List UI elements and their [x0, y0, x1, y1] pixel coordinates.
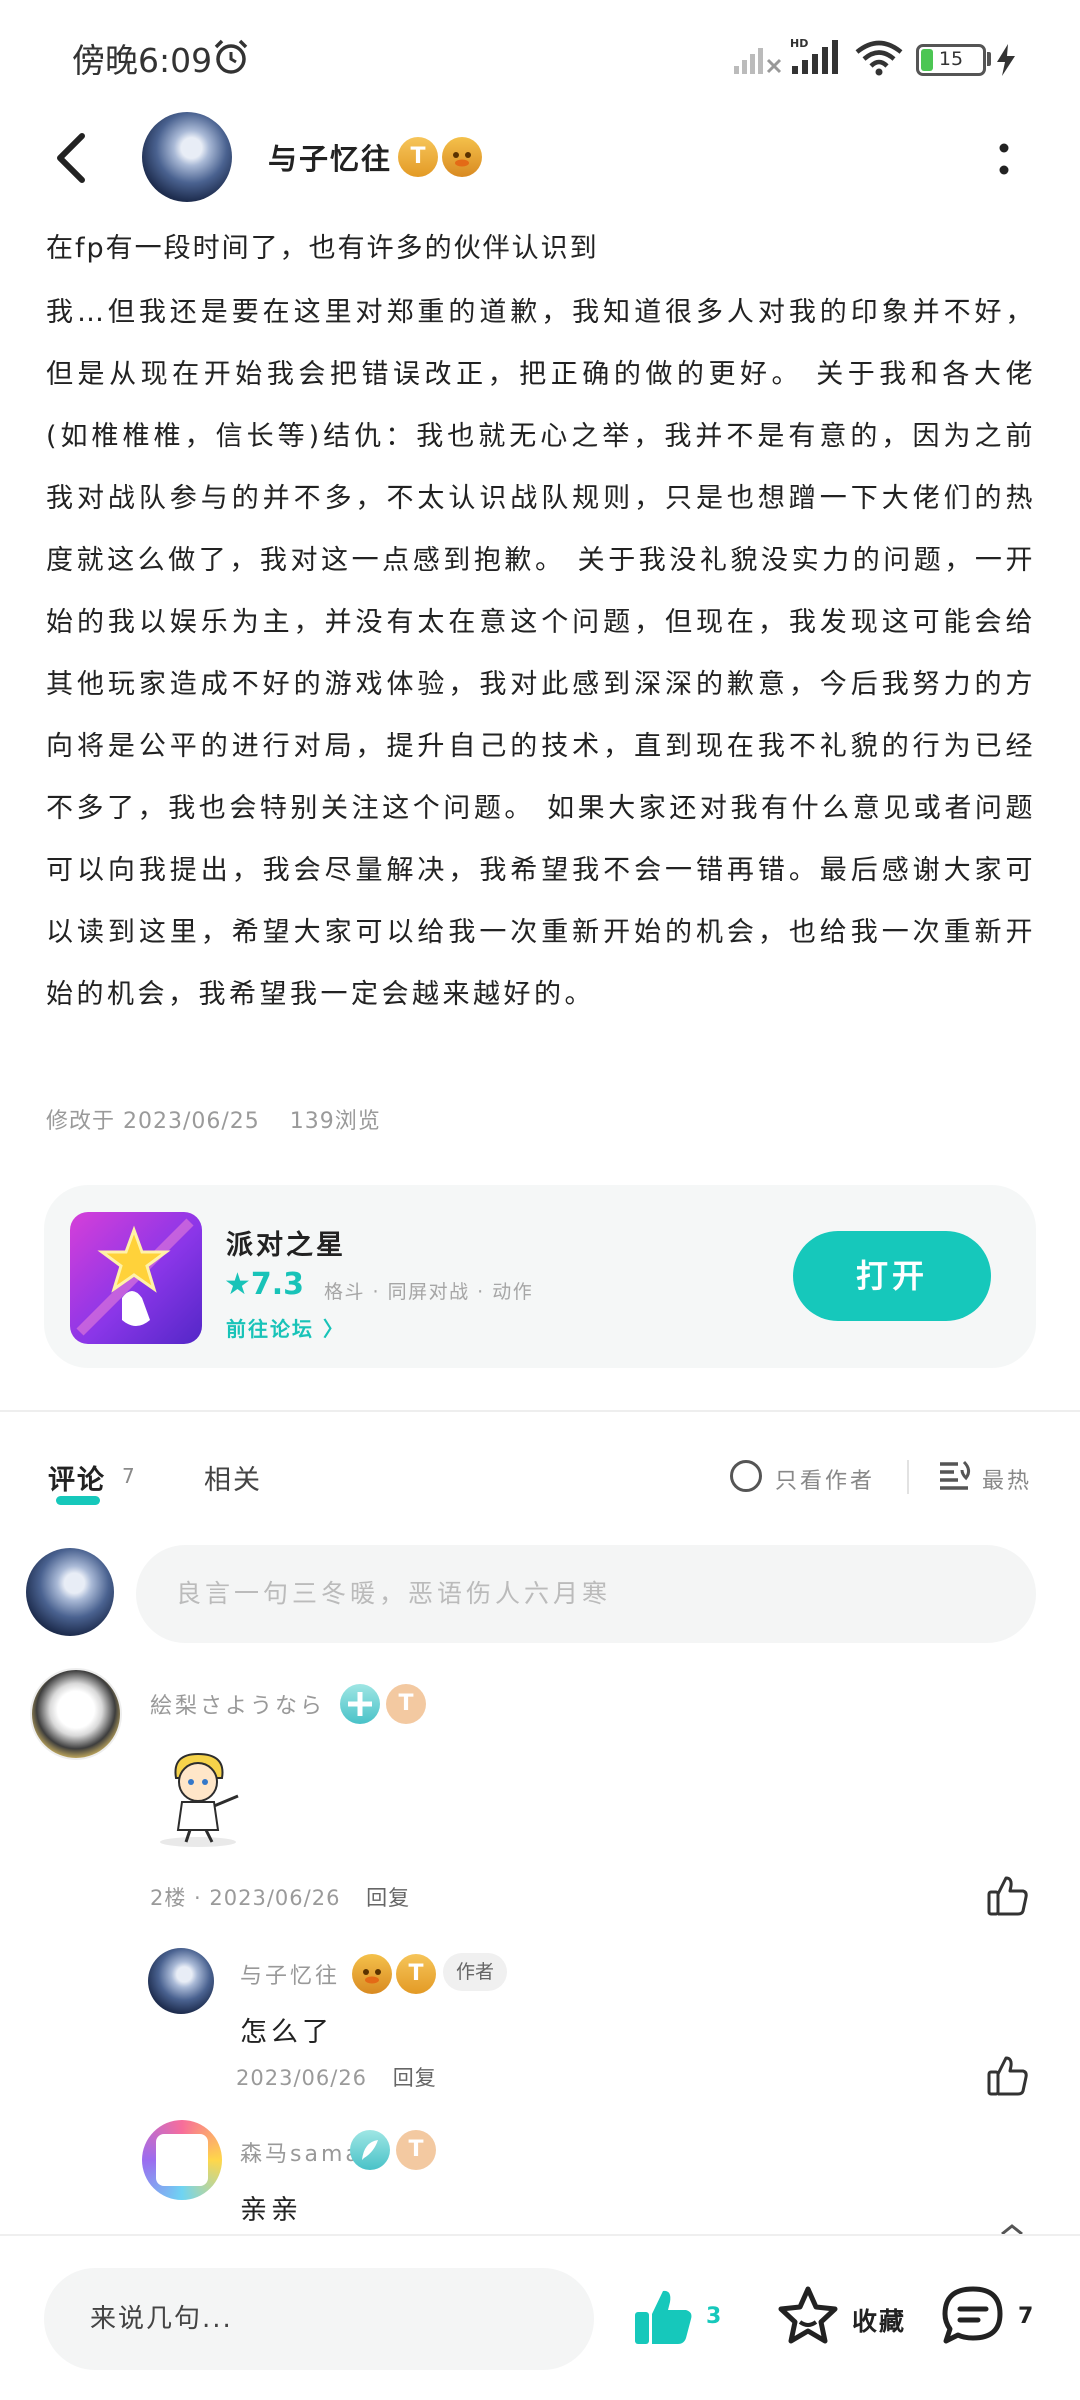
filter-separator	[907, 1460, 909, 1494]
more-options-icon[interactable]	[994, 142, 1014, 182]
sort-hot-icon[interactable]	[938, 1458, 974, 1494]
sticker-image	[160, 1752, 239, 1847]
no-signal-icon	[734, 48, 782, 74]
cross-medal-icon	[348, 1692, 372, 1716]
comment-bubble-icon[interactable]	[940, 2284, 1006, 2346]
open-game-button[interactable]: 打开	[793, 1231, 991, 1321]
my-avatar	[26, 1548, 114, 1636]
post-meta: 修改于 2023/06/25 139浏览	[46, 1103, 403, 1135]
section-divider	[0, 1410, 1080, 1412]
sort-label[interactable]: 最热	[982, 1463, 1032, 1495]
bottom-comment-input[interactable]: 来说几句...	[44, 2268, 594, 2370]
star-favorite-icon[interactable]	[776, 2284, 840, 2346]
medal-badge-icon[interactable]	[340, 1684, 380, 1724]
reply-avatar[interactable]	[148, 1948, 214, 2014]
comment-floor-date: 2楼 · 2023/06/26	[150, 1886, 341, 1910]
level-badge-icon[interactable]: T	[396, 1954, 436, 1994]
signal-hd-icon: HD	[790, 37, 838, 74]
like-thumb-icon[interactable]	[986, 1874, 1030, 1918]
duck-badge-icon[interactable]	[352, 1954, 392, 1994]
battery-tip	[987, 52, 991, 66]
alarm-clock-icon	[214, 39, 248, 74]
status-time: 傍晚6:09	[72, 41, 213, 80]
network-label: HD	[790, 37, 808, 50]
battery-percent: 15	[938, 48, 964, 70]
tab-active-indicator	[56, 1496, 100, 1505]
star-hand-icon	[76, 1218, 194, 1336]
level-badge-icon[interactable]: T	[386, 1684, 426, 1724]
comment-count: 7	[1018, 2304, 1034, 2329]
reply-author-name[interactable]: 与子忆往	[240, 1958, 340, 1990]
comment-meta: 2楼 · 2023/06/26 回复	[150, 1882, 410, 1912]
tab-related[interactable]: 相关	[204, 1458, 262, 1497]
reply-avatar[interactable]	[142, 2120, 222, 2200]
game-name[interactable]: 派对之星	[226, 1223, 346, 1262]
commenter-name[interactable]: 絵梨さようなら	[150, 1688, 325, 1720]
like-thumb-icon[interactable]	[986, 2054, 1030, 2098]
reply-button[interactable]: 回复	[393, 2066, 437, 2090]
charging-bolt-icon	[997, 44, 1015, 76]
post-view-count: 139浏览	[289, 1109, 381, 1134]
game-tags: 格斗 · 同屏对战 · 动作	[324, 1281, 534, 1303]
like-count: 3	[706, 2304, 722, 2329]
favorite-label[interactable]: 收藏	[852, 2302, 906, 2338]
tab-comments[interactable]: 评论	[48, 1458, 106, 1497]
game-card[interactable]: 派对之星 ★7.3 格斗 · 同屏对战 · 动作 前往论坛 〉 打开	[44, 1185, 1036, 1368]
tab-comments-count: 7	[122, 1464, 135, 1488]
author-avatar[interactable]	[142, 112, 232, 202]
duck-face-icon	[363, 1969, 381, 1984]
reply-text: 亲亲	[240, 2195, 302, 2226]
comment-input[interactable]: 良言一句三冬暖，恶语伤人六月寒	[136, 1545, 1036, 1643]
level-badge-icon[interactable]: T	[398, 137, 438, 177]
only-author-radio[interactable]	[730, 1460, 762, 1492]
avatar-frame	[156, 2134, 208, 2186]
back-arrow-icon[interactable]	[50, 128, 94, 188]
post-title: 在fp有一段时间了，也有许多的伙伴认识到	[46, 233, 599, 264]
reply-text: 怎么了	[240, 2017, 333, 2048]
game-forum-link[interactable]: 前往论坛 〉	[226, 1313, 345, 1342]
medal-badge-icon[interactable]	[350, 2130, 390, 2170]
reply-date: 2023/06/26	[236, 2066, 368, 2090]
game-app-icon[interactable]	[70, 1212, 202, 1344]
reply-meta: 2023/06/26 回复	[236, 2062, 437, 2092]
only-author-label[interactable]: 只看作者	[775, 1463, 875, 1495]
game-rating: ★7.3	[224, 1267, 305, 1302]
author-tag: 作者	[443, 1953, 507, 1991]
post-modified-date: 修改于 2023/06/25	[46, 1109, 260, 1134]
battery-icon: 15	[916, 44, 986, 76]
commenter-avatar[interactable]	[30, 1668, 122, 1760]
status-bar: 傍晚6:09 HD 15	[0, 0, 1080, 115]
level-badge-icon[interactable]: T	[396, 2130, 436, 2170]
like-filled-icon[interactable]	[632, 2286, 694, 2348]
bottom-action-bar: 来说几句... 3 收藏 7	[0, 2234, 1080, 2400]
author-name[interactable]: 与子忆往	[268, 136, 392, 178]
feather-medal-icon	[362, 2140, 378, 2160]
duck-face-icon	[453, 152, 471, 167]
wifi-icon	[855, 40, 903, 76]
duck-badge-icon[interactable]	[442, 137, 482, 177]
reply-author-name[interactable]: 森马sama	[240, 2136, 362, 2168]
reply-button[interactable]: 回复	[366, 1886, 410, 1910]
post-body: 我…但我还是要在这里对郑重的道歉，我知道很多人对我的印象并不好，但是从现在开始我…	[46, 297, 1036, 1010]
